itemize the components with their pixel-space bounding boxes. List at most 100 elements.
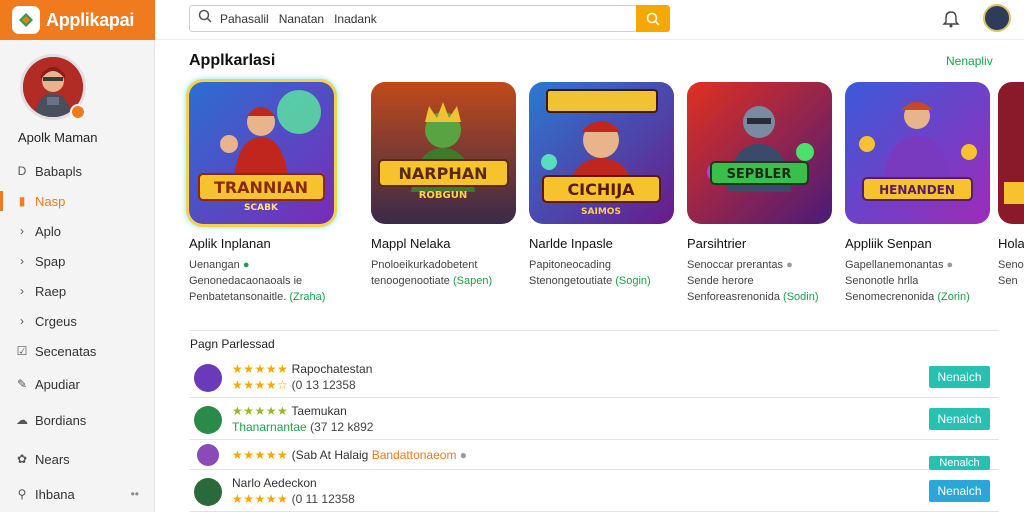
search-icon xyxy=(646,12,660,26)
more-dots[interactable]: •• xyxy=(131,487,139,501)
app-thumbnail[interactable]: HENANDEN xyxy=(845,82,990,224)
app-card[interactable]: SEPBLER Parsihtrier Senoccar prerantas ●… xyxy=(687,82,837,303)
app-name: Narlde Inpasle xyxy=(529,236,613,251)
app-desc: Senomecrenonida xyxy=(845,291,935,303)
app-thumbnail[interactable] xyxy=(998,82,1024,224)
notification-bell-icon[interactable] xyxy=(940,8,962,30)
app-publisher: Uenangan xyxy=(189,259,240,271)
app-desc: Pnoloeikurkadobetent xyxy=(371,259,478,271)
list-item[interactable]: ★★★★★ Rapochatestan ★★★★☆ (0 13 12358 Ne… xyxy=(189,358,999,398)
sidebar-item-crgeus[interactable]: › Crgeus xyxy=(0,307,155,335)
search-button[interactable] xyxy=(636,5,670,32)
divider xyxy=(189,330,999,331)
search-box xyxy=(189,5,637,32)
app-desc: Senforeasrenonida xyxy=(687,291,780,303)
app-card[interactable]: CICHIJA SAIMOS Narlde Inpasle Papitoneoc… xyxy=(529,82,679,287)
chevron-right-icon: › xyxy=(20,314,24,328)
art-title: NARPHAN xyxy=(399,164,488,183)
profile-name: Apolk Maman xyxy=(18,130,98,145)
install-button[interactable]: Nenalch xyxy=(929,366,990,388)
sidebar-item-aplo[interactable]: › Aplo xyxy=(0,217,155,245)
app-desc: tenoogenootiate xyxy=(371,275,450,287)
app-thumbnail[interactable]: NARPHAN ROBGUN xyxy=(371,82,516,224)
art-subtitle: SAIMOS xyxy=(581,207,621,217)
search-input[interactable] xyxy=(218,10,636,27)
list-item[interactable]: ★★★★★ (Sab At Halaig Bandattonaeom ● Nen… xyxy=(189,442,999,470)
app-icon xyxy=(194,478,222,506)
rating-stars: ★★★★☆ xyxy=(232,378,289,392)
app-desc: Senoccar prerantas xyxy=(687,259,783,271)
app-card[interactable]: HENANDEN Appliik Senpan Gapellanemonanta… xyxy=(845,82,995,303)
app-meta: (0 13 12358 xyxy=(291,378,356,392)
info-icon: ● xyxy=(786,259,793,271)
sidebar-item-label: Raep xyxy=(35,283,67,299)
app-desc: Seno xyxy=(998,259,1024,271)
rating-stars: ★★★★★ xyxy=(232,448,289,462)
top-bar xyxy=(155,0,1024,40)
app-icon xyxy=(194,364,222,392)
list-item[interactable]: Narlo Aedeckon ★★★★★ (0 11 12358 Nenalch xyxy=(189,472,999,512)
sidebar-item-secenatas[interactable]: ☑ Secenatas xyxy=(0,337,155,365)
app-tag: (Sapen) xyxy=(452,275,493,287)
art-subtitle: ROBGUN xyxy=(419,190,468,201)
bookmark-icon: ▮ xyxy=(18,194,26,208)
person-icon: ⚲ xyxy=(17,487,27,501)
list-title: Pagn Parlessad xyxy=(190,337,275,351)
chevron-right-icon: › xyxy=(20,284,24,298)
app-meta: (0 11 12358 xyxy=(291,492,355,506)
sidebar-item-label: Crgeus xyxy=(35,313,77,329)
app-thumbnail[interactable]: CICHIJA SAIMOS xyxy=(529,82,674,224)
sidebar-item-label: Aplo xyxy=(35,223,62,239)
sidebar-item-nears[interactable]: ✿ Nears xyxy=(0,445,155,473)
app-card[interactable]: Hola Seno Sen xyxy=(998,82,1024,287)
gear-icon: ✿ xyxy=(16,452,28,466)
user-avatar[interactable] xyxy=(983,4,1011,32)
app-logo[interactable]: Applikapai xyxy=(0,0,155,40)
app-tag: (Zraha) xyxy=(289,291,326,303)
app-thumbnail[interactable]: SEPBLER xyxy=(687,82,832,224)
sidebar-item-label: Apudiar xyxy=(35,376,80,392)
app-meta: (37 12 k892 xyxy=(310,420,374,434)
app-name: Parsihtrier xyxy=(687,236,747,251)
app-name: Taemukan xyxy=(291,404,347,418)
app-title: Applikapai xyxy=(46,9,135,30)
sidebar-item-bordians[interactable]: ☁ Bordians xyxy=(0,406,155,434)
sidebar-item-ihbana[interactable]: ⚲ Ihbana •• xyxy=(0,480,155,508)
app-desc: Genonedacaonaoals ie xyxy=(189,275,303,287)
search-icon xyxy=(198,9,212,28)
art-title: CICHIJA xyxy=(567,180,635,199)
sidebar-item-label: Ihbana xyxy=(35,486,75,502)
app-meta: (Sab At Halaig xyxy=(291,448,369,462)
verified-badge-icon xyxy=(70,104,86,120)
app-card[interactable]: TRANNIAN SCABK Aplik Inplanan Uenangan ●… xyxy=(189,82,339,303)
sidebar-item-label: Secenatas xyxy=(35,343,97,359)
d-icon: D xyxy=(17,164,27,178)
rating-stars: ★★★★★ xyxy=(232,362,289,376)
sidebar-item-spap[interactable]: › Spap xyxy=(0,247,155,275)
app-thumbnail[interactable]: TRANNIAN SCABK xyxy=(189,82,334,224)
rating-stars: ★★★★★ xyxy=(232,492,289,506)
app-name: Bandattonaeom xyxy=(371,448,457,462)
install-button[interactable]: Nenalch xyxy=(929,408,990,430)
app-card[interactable]: NARPHAN ROBGUN Mappl Nelaka Pnoloeikurka… xyxy=(371,82,521,287)
logo-icon xyxy=(12,6,40,34)
list-item[interactable]: ★★★★★ Taemukan Thanarnantae (37 12 k892 … xyxy=(189,400,999,440)
chevron-right-icon: › xyxy=(20,224,24,238)
app-desc: Penbatetansonaitle. xyxy=(189,291,287,303)
app-tag: (Sodin) xyxy=(783,291,819,303)
see-all-link[interactable]: Nenapliv xyxy=(946,54,993,68)
sidebar-item-label: Bordians xyxy=(35,412,87,428)
pen-icon: ✎ xyxy=(16,377,28,391)
install-button[interactable]: Nenalch xyxy=(929,456,990,470)
install-button[interactable]: Nenalch xyxy=(929,480,990,502)
sidebar-item-nasp[interactable]: ▮ Nasp xyxy=(0,187,155,215)
sidebar-item-babapls[interactable]: D Babapls xyxy=(0,157,155,185)
sidebar-item-apudiar[interactable]: ✎ Apudiar xyxy=(0,370,155,398)
app-desc: Papitoneocading xyxy=(529,259,611,271)
app-name: Aplik Inplanan xyxy=(189,236,271,251)
sidebar-item-raep[interactable]: › Raep xyxy=(0,277,155,305)
app-name: Narlo Aedeckon xyxy=(232,476,317,490)
app-desc: Senonotle hrlla xyxy=(845,275,919,287)
green-dot-icon: ● xyxy=(242,259,250,271)
rating-stars: ★★★★★ xyxy=(232,404,289,418)
